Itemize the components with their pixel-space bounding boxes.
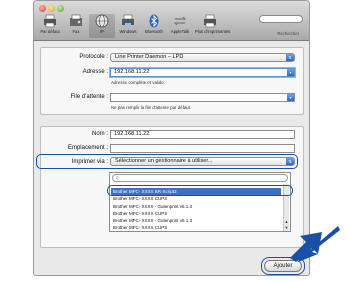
- toolbar: Par défaut Fax IP Windows Bluetooth Appl…: [34, 1, 309, 41]
- protocol-select[interactable]: Line Printer Daemon – LPD ⇅: [110, 53, 295, 62]
- list-item-label: Brother MFC- XXXX - Gutenprint v5.1.3: [113, 204, 193, 209]
- add-printer-window: Par défaut Fax IP Windows Bluetooth Appl…: [33, 0, 310, 276]
- toolbar-fax[interactable]: Fax: [63, 14, 89, 38]
- more-printers-icon: [204, 14, 216, 28]
- location-field[interactable]: [110, 144, 295, 153]
- name-value: 192.168.11.22: [114, 131, 150, 137]
- queue-hint: Ne pas remplir la file d'attente par déf…: [111, 105, 192, 110]
- chevron-updown-icon: ⇅: [286, 158, 294, 165]
- toolbar-label: Fax: [72, 29, 80, 34]
- queue-label: File d'attente :: [70, 94, 109, 100]
- list-item-label: Brother MFC- XXXX CUPS: [113, 196, 168, 201]
- pointer-arrow-icon: [290, 226, 340, 262]
- name-field[interactable]: 192.168.11.22: [110, 130, 295, 139]
- chevron-updown-icon: ⇅: [286, 54, 294, 61]
- toolbar-label: IP: [100, 29, 104, 34]
- print-via-value: Sélectionner un gestionnaire à utiliser.…: [115, 158, 213, 164]
- list-item-label: Brother MFC- XXXX CUPS: [113, 211, 168, 216]
- selected-driver-highlight: [107, 185, 293, 196]
- search-input[interactable]: [259, 15, 303, 23]
- name-label: Nom :: [91, 131, 108, 137]
- toolbar-default[interactable]: Par défaut: [37, 14, 63, 38]
- driver-search-input[interactable]: ⌕: [112, 174, 288, 182]
- print-via-select[interactable]: Sélectionner un gestionnaire à utiliser.…: [110, 157, 295, 166]
- history-chevron-icon: ▾: [287, 69, 294, 76]
- appletalk-icon: [173, 16, 187, 26]
- list-item[interactable]: Brother MFC- XXXX CUPS: [111, 210, 281, 217]
- zoom-window-button[interactable]: [57, 5, 64, 12]
- address-label: Adresse :: [82, 69, 108, 75]
- toolbar-more-printers[interactable]: Plus d'imprimantes: [195, 14, 231, 38]
- close-window-button[interactable]: [39, 5, 46, 12]
- driver-list: ⌕ Brother MFC- XXXX BR-Script3 Brother M…: [109, 172, 291, 232]
- protocol-value: Line Printer Daemon – LPD: [115, 54, 184, 60]
- ip-globe-icon: [95, 14, 109, 28]
- toolbar-label: AppleTalk: [170, 29, 190, 34]
- toolbar-label: Bluetooth: [145, 29, 163, 34]
- location-label: Emplacement :: [67, 145, 108, 151]
- address-hint: Adresse complète et valide.: [111, 80, 165, 85]
- print-via-label: Imprimer via :: [71, 159, 108, 165]
- list-item-label: Brother MFC- XXXX - Gutenprint v5.1.3: [113, 218, 193, 223]
- address-field[interactable]: 192.168.11.22 ▾: [110, 68, 295, 77]
- list-item[interactable]: Brother MFC- XXXX CUPS: [111, 224, 281, 231]
- fax-icon: [70, 14, 82, 26]
- protocol-label: Protocole :: [79, 54, 108, 60]
- list-item[interactable]: Brother MFC- XXXX CUPS: [111, 195, 281, 202]
- toolbar-label: Plus d'imprimantes: [195, 29, 231, 34]
- minimize-window-button[interactable]: [48, 5, 55, 12]
- list-item[interactable]: Brother MFC- XXXX - Gutenprint v5.1.3: [111, 203, 281, 210]
- toolbar-appletalk[interactable]: AppleTalk: [167, 14, 193, 38]
- windows-printer-icon: [122, 14, 134, 27]
- bluetooth-icon: [149, 14, 159, 28]
- queue-field[interactable]: ▾: [110, 93, 295, 102]
- list-item[interactable]: Brother MFC- XXXX - Gutenprint v5.1.3: [111, 217, 281, 224]
- toolbar-windows[interactable]: Windows: [115, 14, 141, 38]
- search-icon: ⌕: [116, 175, 119, 181]
- toolbar-label: Windows: [119, 29, 137, 34]
- toolbar-label: Par défaut: [40, 29, 60, 34]
- history-chevron-icon: ▾: [287, 94, 294, 101]
- search-label: Rechercher: [277, 31, 299, 36]
- toolbar-ip[interactable]: IP: [89, 14, 115, 38]
- list-item-label: Brother MFC- XXXX CUPS: [113, 225, 168, 230]
- printer-default-icon: [44, 14, 56, 28]
- address-value: 192.168.11.22: [114, 69, 150, 75]
- toolbar-bluetooth[interactable]: Bluetooth: [141, 14, 167, 38]
